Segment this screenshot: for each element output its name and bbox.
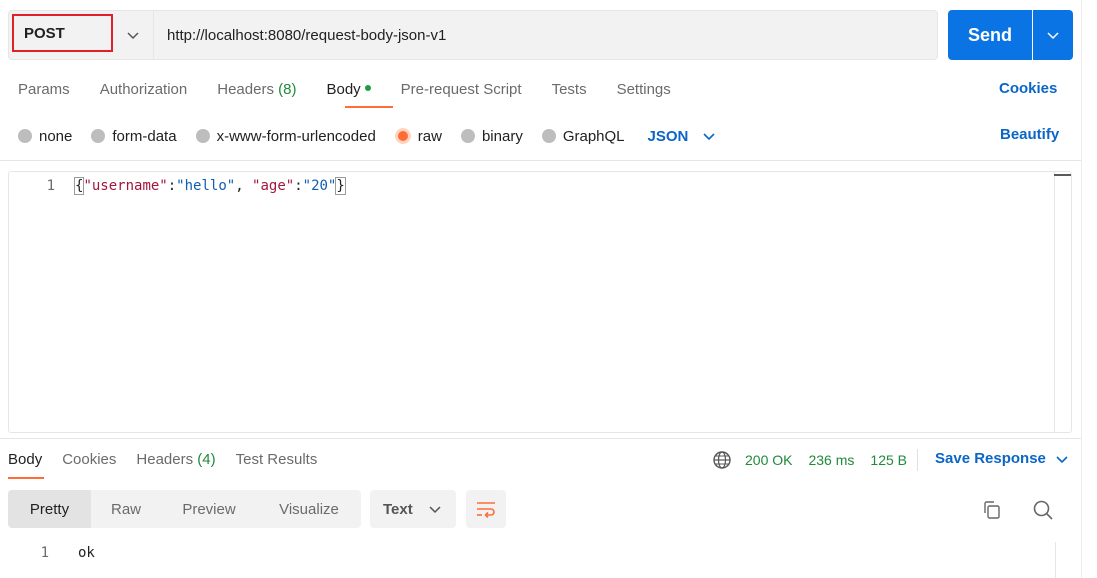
tab-authorization[interactable]: Authorization [100,78,188,104]
response-scrollbar[interactable] [1055,542,1072,578]
globe-icon[interactable] [712,450,732,470]
view-tab-visualize[interactable]: Visualize [257,490,361,528]
panel-edge [1081,0,1082,578]
editor-line: 1 {"username":"hello", "age":"20"} [9,175,1054,197]
tab-headers-count: (8) [278,81,297,98]
body-type-form-data-label: form-data [112,127,177,145]
chevron-down-icon [1056,455,1068,463]
response-tab-body[interactable]: Body [8,448,42,472]
body-type-binary-label: binary [481,127,523,145]
radio-checked-icon [394,128,411,144]
view-tab-raw[interactable]: Raw [91,490,161,528]
body-type-none-label: none [39,127,73,145]
save-response-label: Save Response [935,450,1046,467]
tab-settings[interactable]: Settings [617,78,671,104]
language-select[interactable]: JSON [648,128,717,145]
body-type-selector: none form-data x-www-form-urlencoded raw… [18,124,716,148]
beautify-button[interactable]: Beautify [1000,126,1059,143]
line-number: 1 [40,545,49,561]
response-tabs: Body Cookies Headers (4) Test Results [8,448,337,472]
tab-body-label: Body [326,81,361,98]
response-size[interactable]: 125 B [870,452,907,468]
radio-icon [541,129,556,143]
divider [0,160,1082,161]
body-type-graphql-label: GraphQL [562,127,625,145]
response-tab-test-results[interactable]: Test Results [236,448,318,472]
tab-body[interactable]: Body [326,78,371,104]
code-comma: , [235,178,253,194]
response-meta: 200 OK 236 ms 125 B [712,448,918,472]
tab-headers[interactable]: Headers (8) [217,78,296,104]
response-format-select[interactable]: Text [370,490,456,528]
chevron-down-icon [429,506,441,514]
code-key-username: "username" [83,178,168,194]
wrap-lines-button[interactable] [466,490,506,528]
send-options-button[interactable] [1033,10,1073,60]
body-type-none[interactable]: none [18,128,72,145]
code-colon: : [167,178,177,194]
radio-icon [91,129,106,143]
response-active-tab-indicator [8,477,44,479]
body-type-binary[interactable]: binary [460,127,523,145]
search-icon[interactable] [1032,499,1054,521]
chevron-down-icon [1047,32,1059,40]
code-line[interactable]: {"username":"hello", "age":"20"} [73,177,346,195]
code-value-hello: "hello" [176,178,236,194]
response-format-label: Text [383,500,413,518]
response-time[interactable]: 236 ms [808,452,854,468]
line-number: 1 [46,178,55,194]
response-divider[interactable] [0,438,1082,439]
editor-scrollbar[interactable] [1054,172,1071,432]
response-view-tabs: Pretty Raw Preview Visualize [8,490,361,528]
save-response-button[interactable]: Save Response [935,450,1069,467]
response-tab-headers[interactable]: Headers (4) [136,448,215,472]
radio-icon [460,129,475,143]
body-type-raw-label: raw [417,127,442,145]
tab-params[interactable]: Params [18,78,70,104]
response-tab-headers-label: Headers [136,451,194,468]
copy-icon[interactable] [982,500,1002,520]
status-code[interactable]: 200 OK [745,452,792,468]
view-tab-pretty[interactable]: Pretty [8,490,91,528]
send-button[interactable]: Send [948,10,1032,60]
body-type-urlencoded[interactable]: x-www-form-urlencoded [195,127,376,145]
chevron-down-icon [127,32,139,40]
method-label: POST [12,14,113,52]
request-tabs: Params Authorization Headers (8) Body Pr… [18,78,701,104]
radio-icon [195,129,210,143]
view-tab-preview[interactable]: Preview [161,490,257,528]
body-type-urlencoded-label: x-www-form-urlencoded [216,127,376,145]
wrap-lines-icon [477,502,495,518]
editor-scrollbar-thumb[interactable] [1054,174,1071,196]
code-brace-close: } [335,177,346,195]
response-tab-headers-count: (4) [197,451,216,468]
url-input[interactable]: http://localhost:8080/request-body-json-… [153,10,938,60]
body-type-raw[interactable]: raw [394,127,442,145]
body-type-graphql[interactable]: GraphQL [541,127,625,145]
chevron-down-icon [703,133,715,141]
response-tab-cookies[interactable]: Cookies [62,448,116,472]
cookies-link[interactable]: Cookies [999,80,1057,97]
code-value-20: "20" [302,178,337,194]
radio-icon [18,129,32,143]
tab-pre-request-script[interactable]: Pre-request Script [401,78,522,104]
method-select[interactable]: POST [8,10,153,60]
body-modified-dot [364,85,371,92]
code-colon: : [294,178,303,194]
tab-headers-label: Headers [217,81,274,98]
response-body-line: 1 ok [8,542,95,564]
code-key-age: "age" [252,178,295,194]
response-body-content[interactable]: ok [78,545,95,561]
active-tab-indicator [345,106,393,108]
divider [917,449,918,471]
body-type-form-data[interactable]: form-data [91,127,177,145]
language-label: JSON [647,127,689,145]
tab-tests[interactable]: Tests [552,78,587,104]
request-body-editor[interactable]: 1 {"username":"hello", "age":"20"} [8,171,1072,433]
